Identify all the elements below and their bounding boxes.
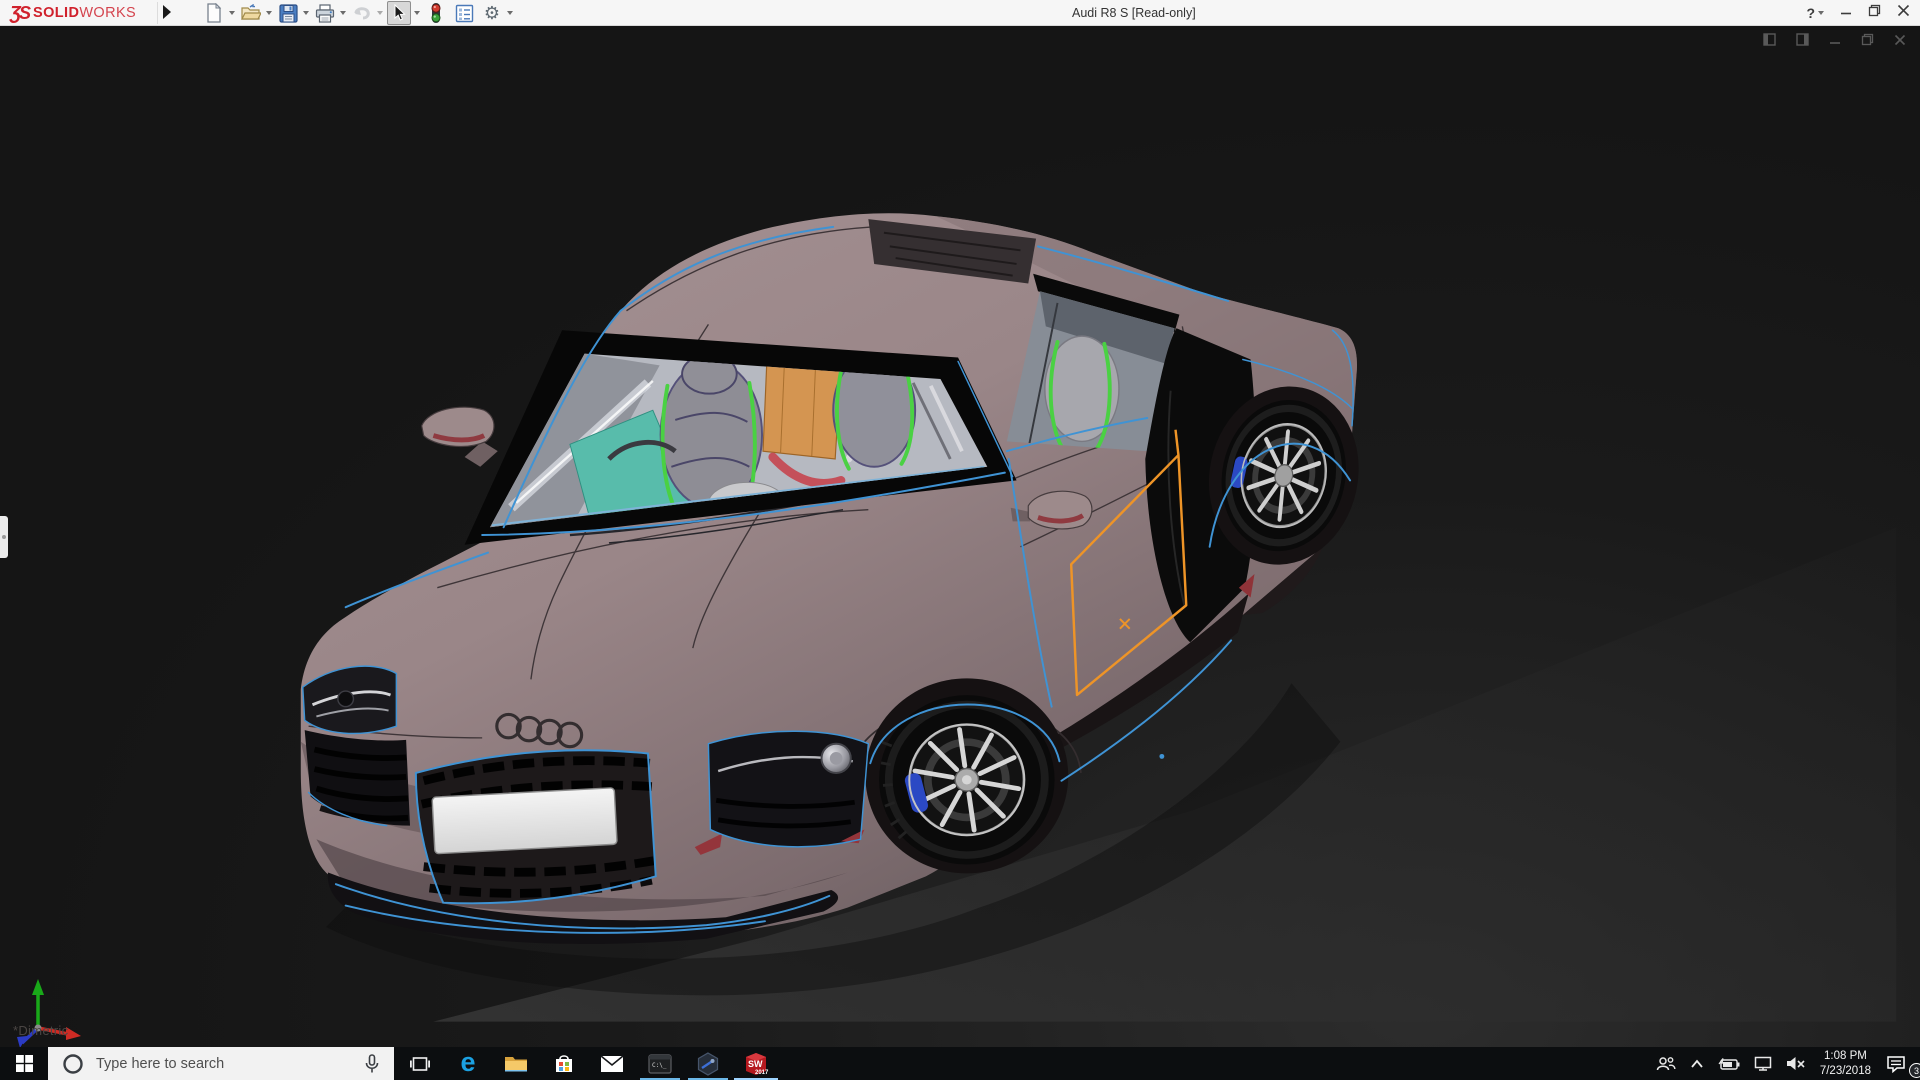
pane-icon-right[interactable] [1796,33,1809,51]
doc-close-button[interactable] [1894,33,1906,51]
options-dropdown[interactable] [507,11,513,15]
gear-icon[interactable]: ⚙ [480,1,504,25]
new-document-icon[interactable] [202,1,226,25]
svg-text:C:\_: C:\_ [652,1062,667,1069]
tab-grip-dot [2,535,6,539]
file-explorer-button[interactable] [492,1047,540,1080]
cortana-icon [63,1053,83,1074]
dassault-mark-icon: ƷS [10,2,31,23]
tray-date: 7/23/2018 [1819,1064,1871,1077]
action-center-icon [1887,1055,1905,1073]
solidworks-2017-icon: SW 2017 [746,1052,769,1076]
graphics-viewport[interactable]: *Dimetric [0,26,1920,1048]
save-floppy-icon[interactable] [276,1,300,25]
open-dropdown[interactable] [266,11,272,15]
doc-restore-button[interactable] [1861,33,1874,51]
solidworks-logo: ƷS SOLID WORKS [10,2,137,23]
projector-lens [337,690,355,708]
open-document-button[interactable] [239,1,272,25]
restore-button[interactable] [1868,4,1881,22]
document-window-controls [1763,33,1906,51]
edge-icon: e [460,1046,476,1077]
window-controls: ? [1806,0,1910,26]
traffic-light-icon[interactable] [424,1,448,25]
close-button[interactable] [1897,4,1910,22]
system-tray: 1:08 PM 7/23/2018 3 [1649,1047,1920,1080]
y-axis-arrow [32,979,44,995]
print-button[interactable] [313,1,346,25]
undo-icon[interactable] [350,1,374,25]
windows-taskbar: Type here to search e C:\_ SW 2017 1:08 … [0,1047,1920,1080]
select-cursor-icon[interactable] [387,1,411,25]
undo-dropdown[interactable] [377,11,383,15]
toolbar-separator [157,2,158,24]
minimize-button[interactable] [1840,4,1852,22]
volume-muted-icon[interactable] [1779,1047,1812,1080]
document-title: Audi R8 S [Read-only] [1072,6,1196,20]
people-button[interactable] [1649,1047,1683,1080]
print-icon[interactable] [313,1,337,25]
menu-flyout-arrow[interactable] [163,5,171,19]
rebuild-button[interactable] [424,1,448,25]
undo-button[interactable] [350,1,383,25]
mail-icon [600,1054,624,1072]
pane-icon-left[interactable] [1763,33,1776,51]
tray-time: 1:08 PM [1824,1050,1867,1063]
new-document-dropdown[interactable] [229,11,235,15]
help-dropdown[interactable] [1818,11,1824,15]
open-folder-icon[interactable] [239,1,263,25]
view-orientation-label: *Dimetric [13,1023,69,1038]
doc-minimize-button[interactable] [1829,33,1841,51]
print-dropdown[interactable] [340,11,346,15]
windows-logo-icon [15,1055,33,1072]
taskbar-search[interactable]: Type here to search [48,1047,394,1080]
mail-button[interactable] [588,1047,636,1080]
car-model-audi-r8[interactable] [0,26,1920,1047]
file-properties-button[interactable] [452,1,476,25]
search-placeholder: Type here to search [96,1055,225,1072]
clock[interactable]: 1:08 PM 7/23/2018 [1812,1047,1879,1080]
lens-core [829,752,843,765]
command-prompt-icon: C:\_ [648,1053,672,1074]
action-center-button[interactable]: 3 [1879,1047,1920,1080]
hidden-icons-chevron[interactable] [1683,1047,1711,1080]
title-bar: ƷS SOLID WORKS ⚙ Audi R8 S [Read-only] ? [0,0,1920,26]
network-icon[interactable] [1747,1047,1779,1080]
start-button[interactable] [0,1047,48,1080]
file-explorer-icon [505,1056,527,1071]
hexagon-app-button[interactable] [684,1047,732,1080]
save-button[interactable] [276,1,309,25]
store-icon [556,1054,572,1072]
battery-icon[interactable] [1711,1047,1747,1080]
svg-text:SW: SW [748,1059,763,1069]
options-button[interactable]: ⚙ [480,1,513,25]
notification-badge: 3 [1909,1063,1920,1078]
new-document-button[interactable] [202,1,235,25]
hexagon-app-icon [697,1051,719,1076]
select-button[interactable] [387,1,420,25]
store-button[interactable] [540,1047,588,1080]
main-toolbar: ⚙ [200,0,515,26]
svg-text:2017: 2017 [755,1070,769,1076]
save-dropdown[interactable] [303,11,309,15]
select-dropdown[interactable] [414,11,420,15]
mirror-left[interactable] [421,406,498,467]
edge-browser-button[interactable]: e [444,1047,492,1080]
task-view-button[interactable] [396,1047,444,1080]
command-prompt-button[interactable]: C:\_ [636,1047,684,1080]
properties-list-icon[interactable] [452,1,476,25]
solidworks-2017-button[interactable]: SW 2017 [732,1047,780,1080]
help-button[interactable]: ? [1806,5,1824,21]
license-plate [431,787,618,855]
microphone-icon[interactable] [364,1053,380,1074]
taskbar-app-icons: e C:\_ SW 2017 [396,1047,780,1080]
feature-panel-collapsed-tab[interactable] [0,516,8,558]
